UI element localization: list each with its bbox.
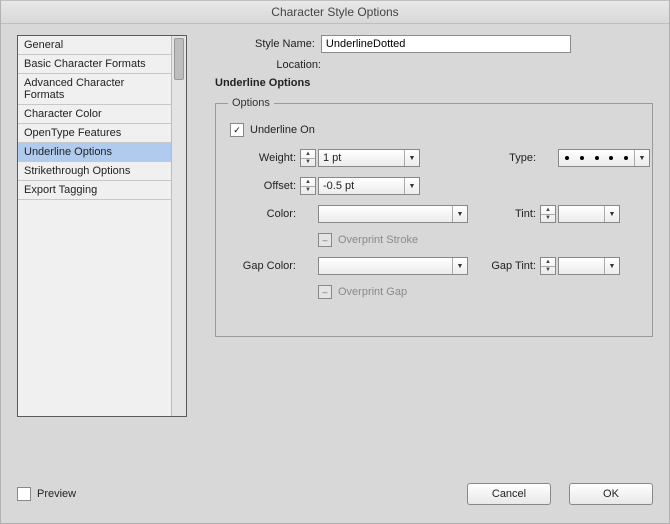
- sidebar-item[interactable]: Advanced Character Formats: [18, 74, 171, 105]
- overprint-gap-checkbox[interactable]: –: [318, 285, 332, 299]
- chevron-down-icon: ▼: [452, 206, 467, 222]
- dialog-window: Character Style Options GeneralBasic Cha…: [0, 0, 670, 524]
- gap-tint-label: Gap Tint:: [480, 260, 540, 272]
- gap-tint-stepper[interactable]: ▲▼: [540, 257, 556, 275]
- type-dotted-icon: [559, 156, 634, 160]
- location-label: Location:: [255, 59, 321, 71]
- stepper-up-icon: ▲: [301, 178, 315, 187]
- stepper-up-icon: ▲: [541, 258, 555, 267]
- sidebar-item[interactable]: Strikethrough Options: [18, 162, 171, 181]
- offset-value: -0.5 pt: [319, 180, 404, 192]
- sidebar-item[interactable]: General: [18, 36, 171, 55]
- type-combo[interactable]: ▼: [558, 149, 650, 167]
- chevron-down-icon: ▼: [604, 258, 619, 274]
- stepper-up-icon: ▲: [301, 150, 315, 159]
- sidebar-item[interactable]: Character Color: [18, 105, 171, 124]
- cancel-button[interactable]: Cancel: [467, 483, 551, 505]
- options-fieldset: Options ✓ Underline On Weight: ▲▼ 1 pt ▼…: [215, 97, 653, 337]
- sidebar-item[interactable]: OpenType Features: [18, 124, 171, 143]
- stepper-down-icon: ▼: [541, 267, 555, 275]
- underline-on-checkbox[interactable]: ✓: [230, 123, 244, 137]
- chevron-down-icon: ▼: [604, 206, 619, 222]
- chevron-down-icon: ▼: [404, 150, 419, 166]
- weight-label: Weight:: [228, 152, 300, 164]
- overprint-gap-label: Overprint Gap: [338, 286, 407, 298]
- sidebar-item[interactable]: Underline Options: [18, 143, 171, 162]
- style-name-input[interactable]: [321, 35, 571, 53]
- sidebar-list: GeneralBasic Character FormatsAdvanced C…: [18, 36, 171, 416]
- chevron-down-icon: ▼: [634, 150, 649, 166]
- stepper-down-icon: ▼: [541, 215, 555, 223]
- weight-stepper[interactable]: ▲▼: [300, 149, 316, 167]
- footer: Preview Cancel OK: [17, 483, 653, 505]
- type-label: Type:: [480, 152, 540, 164]
- sidebar-container: GeneralBasic Character FormatsAdvanced C…: [17, 35, 187, 417]
- chevron-down-icon: ▼: [452, 258, 467, 274]
- offset-combo[interactable]: -0.5 pt ▼: [318, 177, 420, 195]
- stepper-down-icon: ▼: [301, 159, 315, 167]
- weight-combo[interactable]: 1 pt ▼: [318, 149, 420, 167]
- options-legend: Options: [228, 97, 274, 109]
- stepper-down-icon: ▼: [301, 187, 315, 195]
- sidebar-item[interactable]: Basic Character Formats: [18, 55, 171, 74]
- preview-checkbox[interactable]: [17, 487, 31, 501]
- overprint-stroke-checkbox[interactable]: –: [318, 233, 332, 247]
- title-bar: Character Style Options: [1, 1, 669, 24]
- chevron-down-icon: ▼: [404, 178, 419, 194]
- main-area: GeneralBasic Character FormatsAdvanced C…: [17, 35, 653, 463]
- tint-stepper[interactable]: ▲▼: [540, 205, 556, 223]
- offset-stepper[interactable]: ▲▼: [300, 177, 316, 195]
- color-combo[interactable]: ▼: [318, 205, 468, 223]
- weight-value: 1 pt: [319, 152, 404, 164]
- tint-combo[interactable]: ▼: [558, 205, 620, 223]
- style-name-label: Style Name:: [255, 38, 315, 50]
- content-area: Style Name: Location: Underline Options …: [187, 35, 653, 463]
- gap-color-label: Gap Color:: [228, 260, 300, 272]
- scroll-thumb[interactable]: [174, 38, 184, 80]
- overprint-stroke-label: Overprint Stroke: [338, 234, 418, 246]
- sidebar-item[interactable]: Export Tagging: [18, 181, 171, 200]
- options-grid: Weight: ▲▼ 1 pt ▼ Type: ▼ Offset: ▲▼: [228, 149, 640, 299]
- gap-tint-combo[interactable]: ▼: [558, 257, 620, 275]
- tint-label: Tint:: [480, 208, 540, 220]
- window-title: Character Style Options: [271, 5, 398, 19]
- ok-button[interactable]: OK: [569, 483, 653, 505]
- gap-color-combo[interactable]: ▼: [318, 257, 468, 275]
- color-label: Color:: [228, 208, 300, 220]
- stepper-up-icon: ▲: [541, 206, 555, 215]
- underline-on-label: Underline On: [250, 124, 315, 136]
- offset-label: Offset:: [228, 180, 300, 192]
- preview-label: Preview: [37, 488, 76, 500]
- sidebar-scrollbar[interactable]: [171, 36, 186, 416]
- section-title: Underline Options: [215, 77, 653, 89]
